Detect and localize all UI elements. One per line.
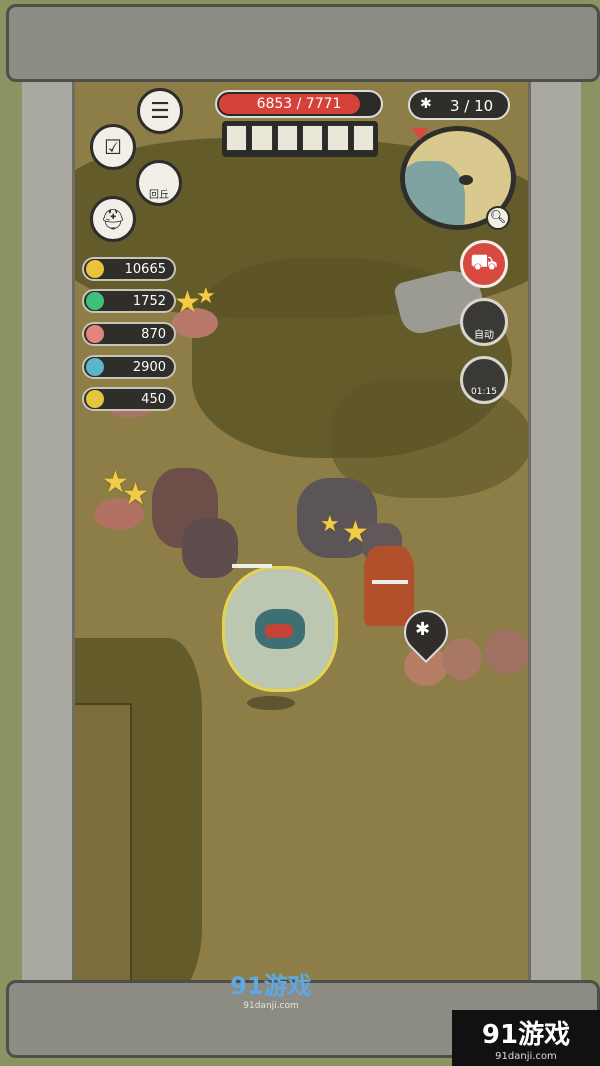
center-watermark-sub: 91danji.com <box>243 1001 299 1011</box>
zoom-icon[interactable]: 🔍︎ <box>486 206 510 230</box>
return-label: 回丘 <box>149 189 169 201</box>
stun-star-icon: ★ <box>320 512 340 537</box>
boss-hp-bar: 6853 / 7771 <box>215 90 383 118</box>
quest-button[interactable]: ☑ <box>90 124 136 170</box>
team-portrait <box>276 125 298 151</box>
toad-enemy[interactable] <box>442 638 482 680</box>
hero-mouth <box>265 624 293 638</box>
return-button[interactable]: 回丘 <box>136 160 182 206</box>
tooth-icon <box>86 358 104 376</box>
boss-hp-text: 6853 / 7771 <box>256 96 342 112</box>
direction-marker-icon <box>412 128 428 140</box>
team-portrait <box>301 125 324 151</box>
bone-icon <box>86 325 104 343</box>
hero-shadow <box>247 696 295 710</box>
banana-value: 450 <box>141 392 166 407</box>
gem-value: 1752 <box>132 294 166 309</box>
cart-button[interactable]: ⛟ <box>460 240 508 288</box>
stone-block <box>72 703 132 983</box>
bone-value: 870 <box>141 327 166 342</box>
minimap-water <box>405 161 465 225</box>
enemy-health-bar <box>372 580 408 584</box>
team-portraits <box>222 121 378 157</box>
team-portrait <box>352 125 374 151</box>
wave-counter: ✱ 3 / 10 <box>408 90 510 120</box>
spider-web-icon: ✱ <box>420 96 432 112</box>
corner-watermark-sub: 91danji.com <box>495 1051 557 1062</box>
toad-enemy[interactable] <box>484 630 528 674</box>
hero-beast[interactable] <box>222 566 338 692</box>
resource-banana: 450 <box>82 387 176 411</box>
skill-timer: 01:15 <box>471 387 497 397</box>
team-portrait <box>226 125 248 151</box>
center-watermark-logo: 91游戏 <box>230 972 312 1000</box>
backpack-button[interactable]: ⛑ <box>90 196 136 242</box>
top-wooden-bar <box>6 4 600 82</box>
gem-icon <box>86 292 104 310</box>
team-portrait <box>251 125 273 151</box>
spider-web-icon: ✱ <box>415 619 431 640</box>
gold-icon <box>86 260 104 278</box>
stun-star-icon: ★ <box>122 477 149 512</box>
minimap-cave-icon <box>459 175 473 185</box>
enemy-health-bar <box>232 564 272 568</box>
team-portrait <box>327 125 349 151</box>
menu-button[interactable]: ☰ <box>137 88 183 134</box>
stun-star-icon: ★ <box>196 284 216 309</box>
scroll-left-border <box>22 70 75 990</box>
auto-label: 自动 <box>474 329 494 341</box>
resource-bone: 870 <box>82 322 176 346</box>
auto-button[interactable]: 自动 <box>460 298 508 346</box>
resource-gem: 1752 <box>82 289 176 313</box>
resource-tooth: 2900 <box>82 355 176 379</box>
scroll-right-border <box>528 70 581 990</box>
gold-value: 10665 <box>124 262 166 277</box>
stun-star-icon: ★ <box>342 515 369 550</box>
wave-text: 3 / 10 <box>450 97 494 115</box>
backpack-icon: ⛑ <box>100 207 126 231</box>
checklist-icon: ☑ <box>104 135 122 159</box>
corner-watermark-logo: 91游戏 <box>481 1020 571 1050</box>
center-watermark: 91游戏 91danji.com <box>216 966 326 1011</box>
hamburger-icon: ☰ <box>150 98 170 124</box>
cart-icon: ⛟ <box>470 250 498 275</box>
tooth-value: 2900 <box>132 360 166 375</box>
resource-gold: 10665 <box>82 257 176 281</box>
deer-ally[interactable] <box>364 546 414 626</box>
corner-watermark: 91游戏 91danji.com <box>452 1010 600 1066</box>
boar-enemy[interactable] <box>182 518 238 578</box>
skill-button[interactable]: 01:15 <box>460 356 508 404</box>
banana-icon <box>86 390 104 408</box>
